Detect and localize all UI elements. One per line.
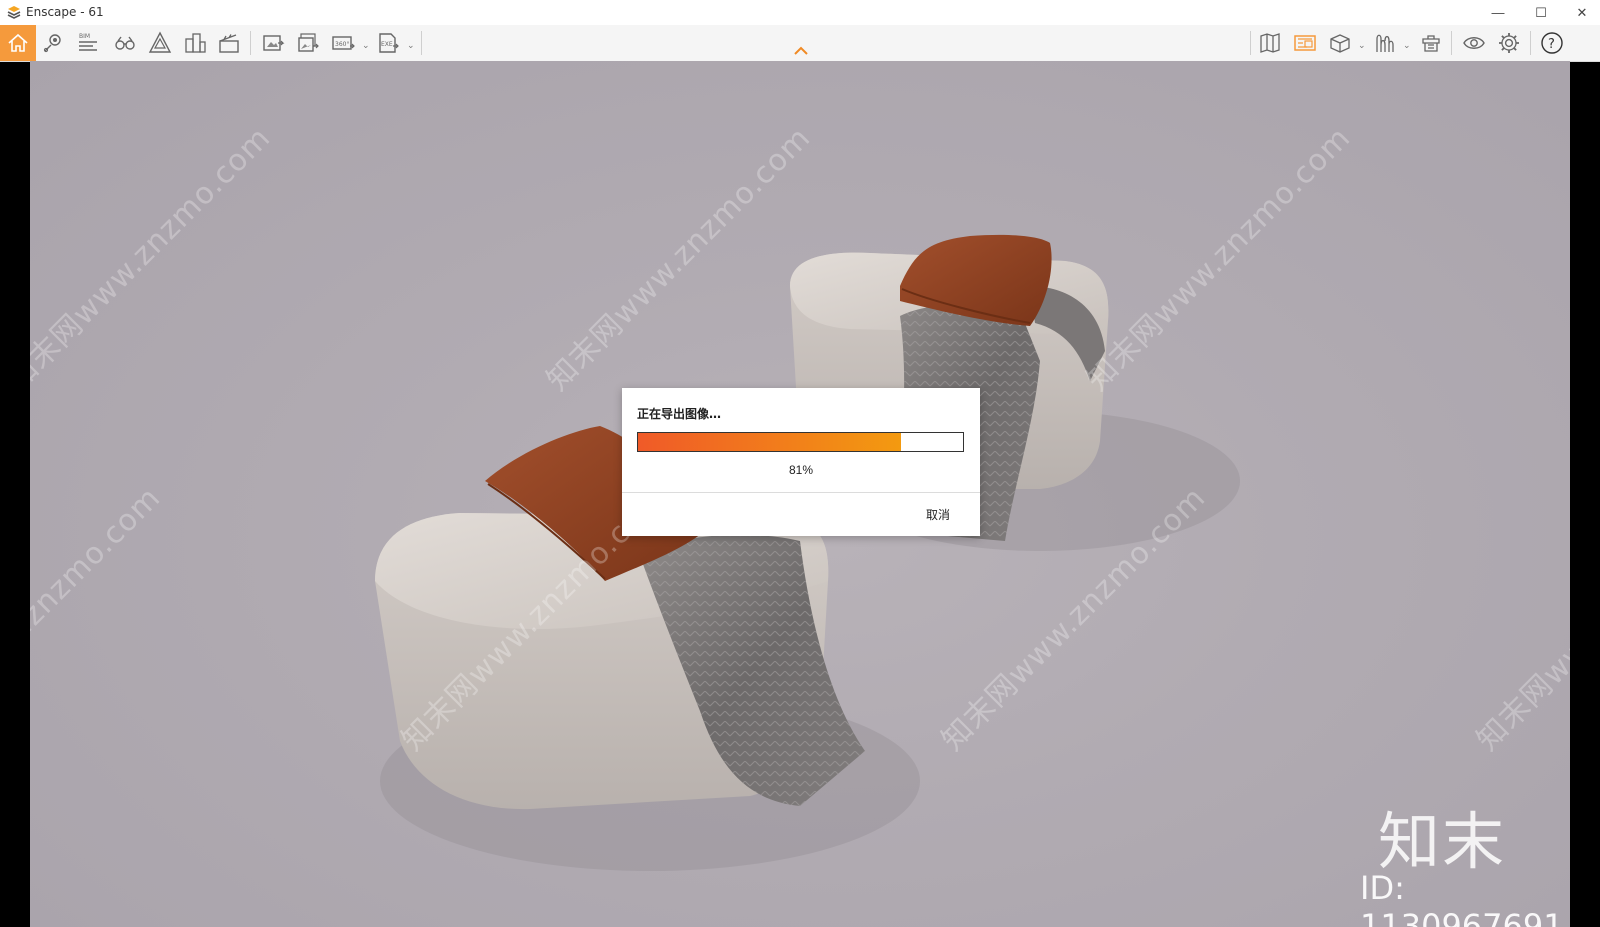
svg-text:BIM: BIM [79, 33, 90, 40]
bim-button[interactable]: BIM [73, 28, 103, 58]
atmosphere-dropdown-icon[interactable]: ⌄ [1403, 40, 1411, 51]
toolbar-separator [421, 31, 422, 55]
batch-render-icon [298, 33, 319, 52]
panorama-button[interactable]: 360° [328, 28, 358, 58]
dialog-divider [622, 492, 980, 493]
home-button[interactable] [0, 25, 36, 61]
minimize-button[interactable]: — [1480, 0, 1516, 25]
walk-mode-button[interactable] [110, 28, 140, 58]
export-progress-dialog: 正在导出图像… 81% 取消 [622, 388, 980, 536]
box-view-button[interactable] [1325, 28, 1355, 58]
map-button[interactable] [1255, 28, 1285, 58]
toolbar-separator [1530, 31, 1531, 55]
video-editor-button[interactable] [214, 28, 244, 58]
svg-text:360°: 360° [335, 41, 349, 48]
binoculars-icon [115, 36, 135, 50]
bim-icon: BIM [79, 33, 97, 51]
export-view-button[interactable] [1290, 28, 1320, 58]
help-icon: ? [1541, 32, 1563, 54]
watermark-id: ID: 1130967691 [1360, 869, 1564, 927]
visibility-button[interactable] [1459, 28, 1489, 58]
exe-dropdown-icon[interactable]: ⌄ [407, 40, 415, 51]
export-progress-bar [637, 432, 964, 452]
perspective-button[interactable] [145, 28, 175, 58]
box-view-dropdown-icon[interactable]: ⌄ [1358, 40, 1366, 51]
settings-icon [1499, 33, 1519, 53]
asset-library-icon [1422, 35, 1440, 52]
screenshot-button[interactable] [258, 28, 288, 58]
settings-button[interactable] [1494, 28, 1524, 58]
panorama-360-icon: 360° [332, 36, 355, 50]
enscape-logo-icon [7, 6, 21, 19]
buildings-icon [185, 33, 206, 53]
asset-library-button[interactable] [1416, 28, 1446, 58]
help-button[interactable]: ? [1537, 28, 1567, 58]
progress-fill [638, 433, 902, 451]
brand-watermark: 知末 [1378, 805, 1507, 878]
map-icon [1260, 33, 1280, 53]
dialog-title: 正在导出图像… [637, 407, 722, 421]
image-export-icon [1294, 35, 1316, 51]
toolbar-separator [250, 31, 251, 55]
home-icon [8, 33, 28, 52]
toolbar-separator [1250, 31, 1251, 55]
window-title: Enscape - 61 [26, 5, 104, 19]
progress-percent: 81% [788, 463, 814, 477]
batch-render-button[interactable] [293, 28, 323, 58]
box-view-icon [1330, 34, 1350, 53]
atmosphere-button[interactable] [1370, 28, 1400, 58]
location-icon [43, 34, 61, 53]
views-button[interactable] [38, 28, 68, 58]
exe-export-icon: EXE [379, 33, 399, 53]
collapse-toolbar-chevron-icon[interactable] [794, 46, 808, 56]
panorama-dropdown-icon[interactable]: ⌄ [362, 40, 370, 51]
buildings-button[interactable] [180, 28, 210, 58]
clapper-icon [219, 34, 239, 53]
exe-export-button[interactable]: EXE [373, 28, 403, 58]
toolbar: BIM 360° ⌄ EXE ⌄ ⌄ ⌄ ? [0, 25, 1600, 62]
close-button[interactable]: ✕ [1564, 0, 1600, 25]
svg-text:EXE: EXE [381, 41, 393, 48]
screenshot-icon [263, 35, 285, 51]
perspective-icon [148, 31, 172, 53]
svg-text:?: ? [1548, 37, 1555, 52]
atmosphere-icon [1376, 34, 1394, 52]
visibility-icon [1463, 37, 1485, 49]
cancel-button[interactable]: 取消 [926, 506, 950, 523]
maximize-button[interactable]: ☐ [1523, 0, 1559, 25]
title-bar: Enscape - 61 — ☐ ✕ [0, 0, 1600, 26]
toolbar-separator [1451, 31, 1452, 55]
